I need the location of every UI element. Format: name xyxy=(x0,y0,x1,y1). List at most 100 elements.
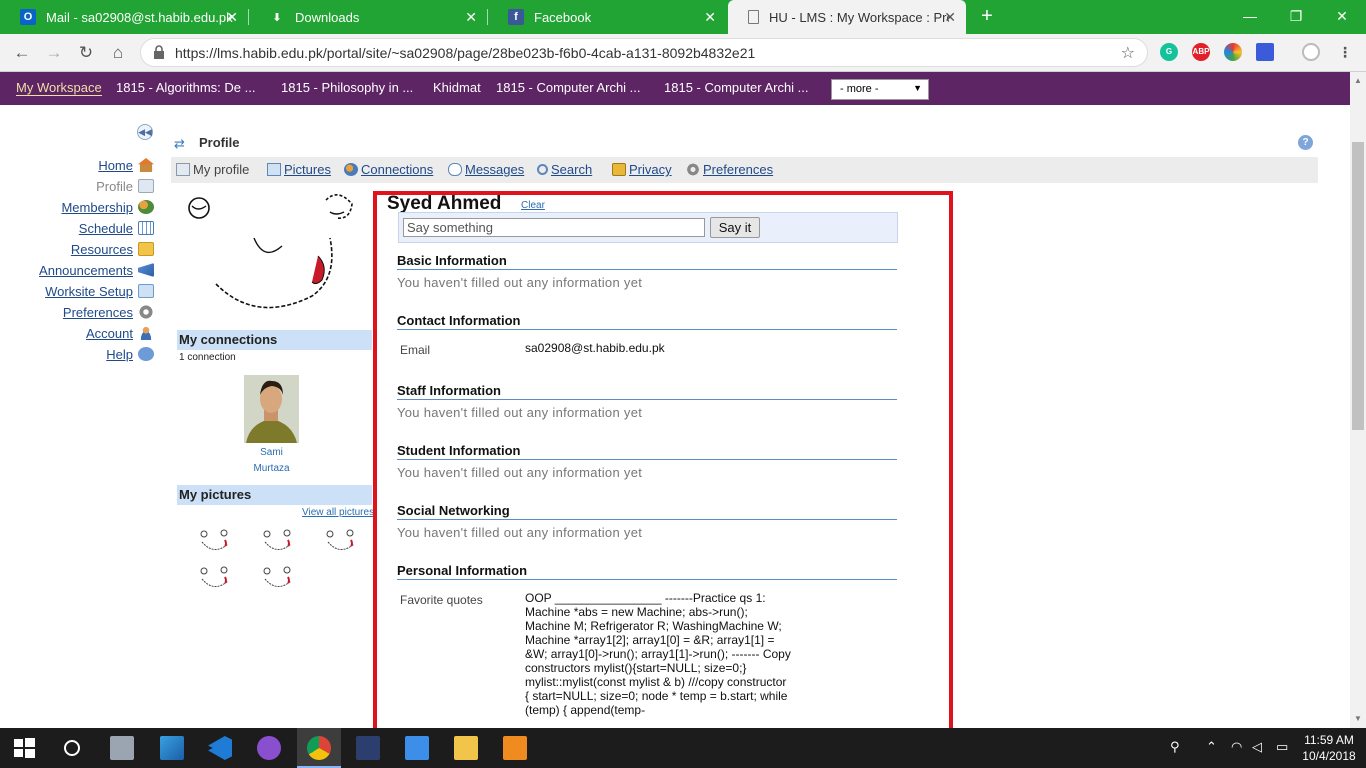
nav-connections[interactable]: Connections xyxy=(344,162,433,177)
back-button[interactable]: ← xyxy=(10,41,34,65)
grammarly-icon[interactable]: G xyxy=(1160,43,1178,61)
connection-photo[interactable] xyxy=(244,375,299,443)
page-help-icon[interactable]: ? xyxy=(1298,135,1313,150)
nav-pictures[interactable]: Pictures xyxy=(267,162,331,177)
new-tab-button[interactable]: + xyxy=(976,5,998,27)
scroll-thumb[interactable] xyxy=(1352,142,1364,430)
remote-desktop-icon[interactable] xyxy=(160,736,184,760)
tool-worksite-setup[interactable]: Worksite Setup xyxy=(45,283,154,299)
address-bar[interactable]: https://lms.habib.edu.pk/portal/site/~sa… xyxy=(140,38,1148,67)
site-computer-archi-1[interactable]: 1815 - Computer Archi ... xyxy=(496,80,641,95)
picture-thumbnail[interactable] xyxy=(322,528,358,554)
clock-time[interactable]: 11:59 AM xyxy=(1300,733,1358,747)
browser-toolbar: ← → ↻ ⌂ https://lms.habib.edu.pk/portal/… xyxy=(0,34,1366,72)
tool-label[interactable]: Resources xyxy=(71,242,133,257)
photos-icon[interactable] xyxy=(405,736,429,760)
profile-icon xyxy=(138,179,154,193)
nav-messages[interactable]: Messages xyxy=(448,162,524,177)
tool-label[interactable]: Profile xyxy=(96,179,133,194)
picture-thumbnail-image xyxy=(200,529,229,550)
volume-icon[interactable]: ◁ xyxy=(1252,739,1262,755)
vscode-icon[interactable] xyxy=(208,736,232,760)
say-it-button[interactable]: Say it xyxy=(710,217,760,238)
status-input[interactable] xyxy=(403,218,705,237)
tool-label[interactable]: Preferences xyxy=(63,305,133,320)
tool-label[interactable]: Home xyxy=(98,158,133,173)
tool-announcements[interactable]: Announcements xyxy=(39,262,154,278)
tool-account[interactable]: Account xyxy=(86,325,154,341)
view-all-pictures-link[interactable]: View all pictures xyxy=(302,507,374,518)
nav-my-profile[interactable]: My profile xyxy=(176,162,249,177)
home-button[interactable]: ⌂ xyxy=(106,41,130,65)
page-scrollbar[interactable]: ▲ ▼ xyxy=(1350,72,1366,728)
notifications-icon[interactable]: ▭ xyxy=(1276,739,1288,755)
clock-date[interactable]: 10/4/2018 xyxy=(1300,749,1358,763)
picture-thumbnail[interactable] xyxy=(259,565,295,591)
site-computer-archi-2[interactable]: 1815 - Computer Archi ... xyxy=(664,80,809,95)
people-icon[interactable]: ⚲ xyxy=(1170,739,1180,755)
url-text: https://lms.habib.edu.pk/portal/site/~sa… xyxy=(175,45,756,61)
github-desktop-icon[interactable] xyxy=(257,736,281,760)
close-icon[interactable]: ✕ xyxy=(704,9,716,26)
tool-membership[interactable]: Membership xyxy=(61,199,154,215)
tool-home[interactable]: Home xyxy=(98,157,154,173)
gear-icon xyxy=(686,163,700,176)
tab-downloads[interactable]: ⬇ Downloads ✕ xyxy=(249,0,487,34)
tool-help[interactable]: Help xyxy=(106,346,154,362)
tool-label[interactable]: Schedule xyxy=(79,221,133,236)
connection-last-name[interactable]: Murtaza xyxy=(244,463,299,474)
task-view-icon[interactable] xyxy=(110,736,134,760)
tool-label[interactable]: Announcements xyxy=(39,263,133,278)
tab-mail[interactable]: O Mail - sa02908@st.habib.edu.pk ✕ xyxy=(0,0,248,34)
bookmark-star-icon[interactable]: ☆ xyxy=(1121,43,1135,63)
tab-facebook[interactable]: f Facebook ✕ xyxy=(488,0,726,34)
site-my-workspace[interactable]: My Workspace xyxy=(16,80,102,96)
collapse-tools-icon[interactable]: ◀◀ xyxy=(137,124,153,140)
chrome-icon[interactable] xyxy=(307,736,331,760)
reset-icon[interactable]: ⇄ xyxy=(174,136,187,151)
tool-label[interactable]: Help xyxy=(106,347,133,362)
tool-profile[interactable]: Profile xyxy=(96,178,154,194)
tool-label[interactable]: Account xyxy=(86,326,133,341)
forward-button[interactable]: → xyxy=(42,41,66,65)
wifi-icon[interactable]: ◠ xyxy=(1231,739,1242,755)
picture-thumbnail[interactable] xyxy=(196,565,232,591)
show-hidden-icons-icon[interactable]: ⌃ xyxy=(1206,739,1217,755)
minimize-button[interactable]: — xyxy=(1238,4,1262,28)
picture-thumbnail[interactable] xyxy=(196,528,232,554)
editor-icon[interactable] xyxy=(356,736,380,760)
tool-label[interactable]: Worksite Setup xyxy=(45,284,133,299)
sublime-text-icon[interactable] xyxy=(503,736,527,760)
close-icon[interactable]: ✕ xyxy=(465,9,477,26)
site-khidmat[interactable]: Khidmat xyxy=(433,80,481,95)
site-philosophy[interactable]: 1815 - Philosophy in ... xyxy=(281,80,413,95)
scroll-down-icon[interactable]: ▼ xyxy=(1354,714,1362,723)
connection-first-name[interactable]: Sami xyxy=(244,447,299,458)
more-sites-select[interactable]: - more - ▼ xyxy=(831,79,929,100)
file-explorer-icon[interactable] xyxy=(454,736,478,760)
tool-schedule[interactable]: Schedule xyxy=(79,220,154,236)
clear-status-link[interactable]: Clear xyxy=(521,200,545,211)
extension-icon[interactable] xyxy=(1256,43,1274,61)
close-icon[interactable]: ✕ xyxy=(226,9,238,26)
site-algorithms[interactable]: 1815 - Algorithms: De ... xyxy=(116,80,255,95)
scroll-up-icon[interactable]: ▲ xyxy=(1354,76,1362,85)
nav-privacy[interactable]: Privacy xyxy=(612,162,672,177)
nav-search[interactable]: Search xyxy=(537,162,592,177)
reload-button[interactable]: ↻ xyxy=(74,41,98,65)
color-icon[interactable] xyxy=(1224,43,1242,61)
menu-icon[interactable]: ⋮ xyxy=(1336,43,1354,61)
maximize-button[interactable]: ❐ xyxy=(1284,4,1308,28)
tab-lms[interactable]: HU - LMS : My Workspace : Profil ✕ xyxy=(728,0,966,34)
picture-thumbnail[interactable] xyxy=(259,528,295,554)
window-close-button[interactable]: ✕ xyxy=(1330,4,1354,28)
tool-label[interactable]: Membership xyxy=(61,200,133,215)
windows-start-icon[interactable] xyxy=(12,736,36,760)
tool-preferences[interactable]: Preferences xyxy=(63,304,154,320)
close-icon[interactable]: ✕ xyxy=(944,9,956,26)
cortana-search-icon[interactable] xyxy=(60,736,84,760)
nav-preferences[interactable]: Preferences xyxy=(686,162,773,177)
profile-icon[interactable] xyxy=(1302,43,1320,61)
adblock-icon[interactable]: ABP xyxy=(1192,43,1210,61)
tool-resources[interactable]: Resources xyxy=(71,241,154,257)
